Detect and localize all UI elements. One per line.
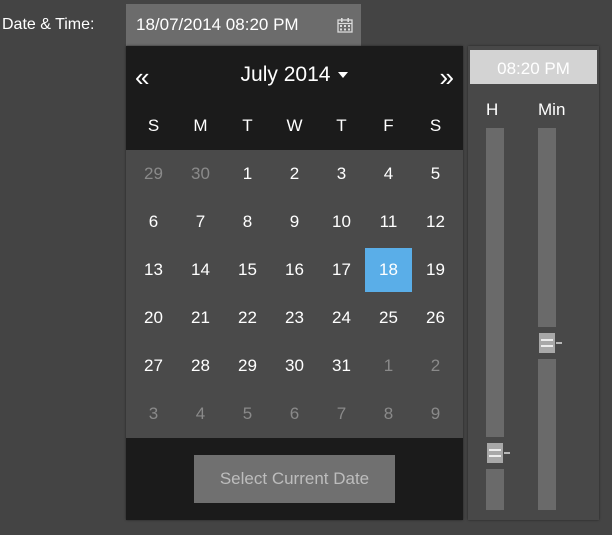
calendar-day[interactable]: 3 — [318, 150, 365, 198]
minute-slider-track[interactable] — [538, 128, 556, 327]
minute-slider-handle[interactable] — [539, 332, 555, 353]
calendar-day[interactable]: 14 — [177, 246, 224, 294]
calendar-week-row: 6 7 8 9 10 11 12 — [130, 198, 459, 246]
time-display: 08:20 PM — [470, 50, 597, 84]
calendar-day[interactable]: 2 — [412, 342, 459, 390]
weekday-label: F — [383, 116, 394, 135]
select-current-date-button[interactable]: Select Current Date — [194, 455, 395, 503]
calendar-footer: Select Current Date — [126, 438, 463, 520]
calendar-day[interactable]: 15 — [224, 246, 271, 294]
calendar-day[interactable]: 26 — [412, 294, 459, 342]
date-time-value: 18/07/2014 08:20 PM — [136, 15, 299, 34]
date-time-input[interactable]: 18/07/2014 08:20 PM — [126, 4, 361, 46]
calendar-popup: « July 2014 » S M T W T F S 29 30 1 2 3 4 5 6 7 8… — [126, 46, 463, 520]
calendar-week-row: 13 14 15 16 17 18 19 — [130, 246, 459, 294]
calendar-day[interactable]: 17 — [318, 246, 365, 294]
calendar-day[interactable]: 29 — [224, 342, 271, 390]
calendar-day[interactable]: 10 — [318, 198, 365, 246]
calendar-day[interactable]: 31 — [318, 342, 365, 390]
calendar-week-row: 3456789 — [130, 390, 459, 438]
weekday-label: S — [429, 116, 442, 135]
hour-slider-track[interactable] — [486, 128, 504, 437]
calendar-day[interactable]: 5 — [412, 150, 459, 198]
calendar-day[interactable]: 21 — [177, 294, 224, 342]
calendar-day[interactable]: 3 — [130, 390, 177, 438]
time-picker: 08:20 PM H Min — [468, 46, 599, 520]
calendar-day[interactable]: 20 — [130, 294, 177, 342]
calendar-header: « July 2014 » S M T W T F S — [126, 46, 463, 150]
calendar-week-row: 29 30 1 2 3 4 5 — [130, 150, 459, 198]
calendar-day[interactable]: 8 — [224, 198, 271, 246]
minute-label: Min — [538, 100, 566, 119]
calendar-day[interactable]: 27 — [130, 342, 177, 390]
calendar-day[interactable]: 7 — [177, 198, 224, 246]
weekday-label: M — [193, 116, 208, 135]
calendar-day[interactable]: 30 — [177, 150, 224, 198]
calendar-day[interactable]: 12 — [412, 198, 459, 246]
calendar-day[interactable]: 5 — [224, 390, 271, 438]
calendar-day[interactable]: 24 — [318, 294, 365, 342]
calendar-day[interactable]: 16 — [271, 246, 318, 294]
calendar-day[interactable]: 9 — [412, 390, 459, 438]
next-month-icon[interactable]: » — [440, 62, 454, 93]
date-time-label: Date & Time: — [2, 16, 95, 33]
month-year-title: July 2014 — [240, 63, 331, 86]
calendar-icon[interactable] — [337, 17, 353, 33]
calendar-day[interactable]: 19 — [412, 246, 459, 294]
weekday-header: S M T W T F S — [130, 116, 459, 136]
calendar-day[interactable]: 23 — [271, 294, 318, 342]
calendar-day[interactable]: 9 — [271, 198, 318, 246]
calendar-day[interactable]: 11 — [365, 198, 412, 246]
calendar-day[interactable]: 22 — [224, 294, 271, 342]
calendar-day[interactable]: 4 — [365, 150, 412, 198]
minute-slider-tick — [556, 341, 562, 344]
calendar-day[interactable]: 25 — [365, 294, 412, 342]
calendar-week-row: 27 28 29 30 31 1 2 — [130, 342, 459, 390]
calendar-day[interactable]: 13 — [130, 246, 177, 294]
hour-slider-track[interactable] — [486, 468, 504, 510]
calendar-day[interactable]: 6 — [130, 198, 177, 246]
calendar-day[interactable]: 4 — [177, 390, 224, 438]
day-grid: 29 30 1 2 3 4 5 6 7 8 9 10 11 12 13 14 15 16 17 18 19 20 21 22 2… — [130, 150, 459, 438]
calendar-day-selected[interactable]: 18 — [365, 248, 412, 292]
calendar-day[interactable]: 8 — [365, 390, 412, 438]
calendar-day[interactable]: 28 — [177, 342, 224, 390]
weekday-label: T — [336, 116, 347, 135]
weekday-label: T — [242, 116, 253, 135]
weekday-label: S — [147, 116, 160, 135]
hour-slider-tick — [504, 451, 510, 454]
weekday-label: W — [286, 116, 303, 135]
hour-label: H — [486, 100, 499, 119]
calendar-week-row: 20 21 22 23 24 25 26 — [130, 294, 459, 342]
month-year-selector[interactable]: July 2014 — [126, 63, 463, 87]
minute-slider-track[interactable] — [538, 358, 556, 510]
calendar-day[interactable]: 1 — [365, 342, 412, 390]
calendar-day[interactable]: 2 — [271, 150, 318, 198]
calendar-day[interactable]: 7 — [318, 390, 365, 438]
calendar-day[interactable]: 6 — [271, 390, 318, 438]
caret-down-icon — [338, 72, 349, 79]
calendar-day[interactable]: 30 — [271, 342, 318, 390]
calendar-day[interactable]: 1 — [224, 150, 271, 198]
calendar-day[interactable]: 29 — [130, 150, 177, 198]
hour-slider-handle[interactable] — [487, 442, 503, 463]
